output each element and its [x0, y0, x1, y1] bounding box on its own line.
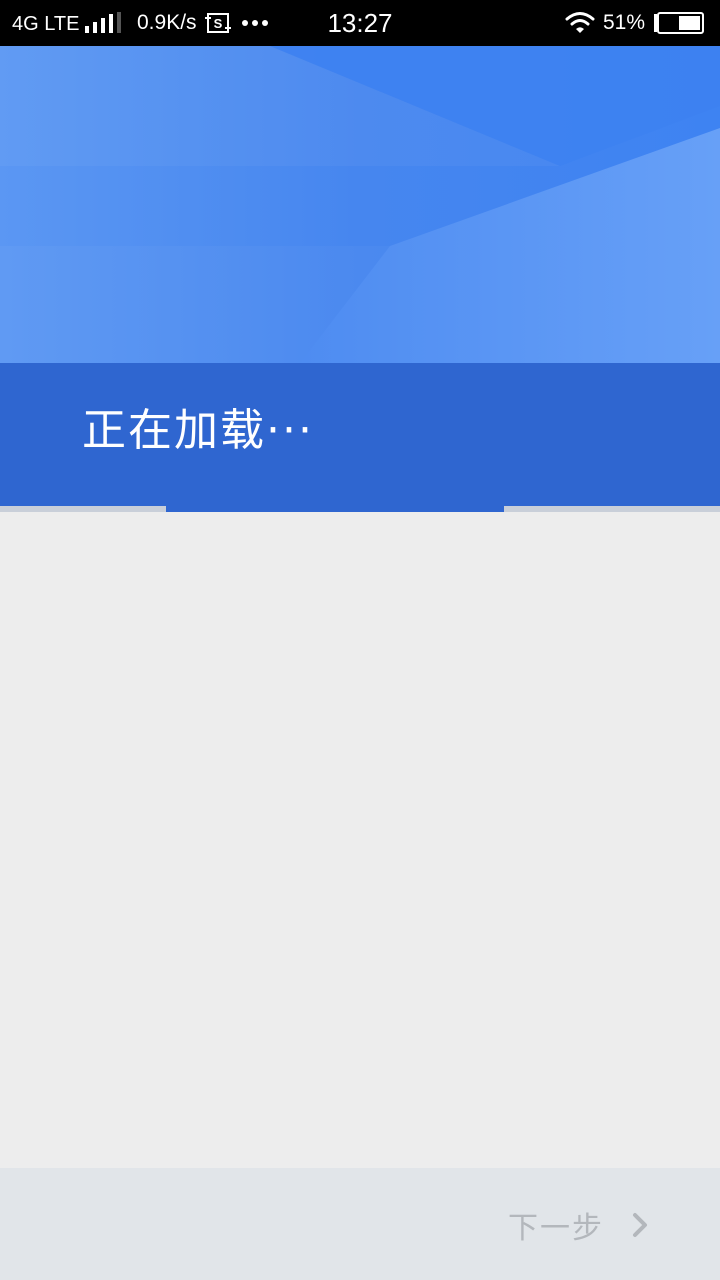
status-bar: 4G LTE 0.9K/s S 13:27 51% [0, 0, 720, 46]
chevron-right-icon [633, 1213, 647, 1237]
next-step-label: 下一步 [508, 1211, 604, 1246]
battery-percent: 51% [603, 11, 646, 34]
wifi-icon [565, 12, 595, 33]
loading-title: 正在加载··· [82, 405, 314, 456]
next-step-button[interactable]: 下一步 [508, 1196, 650, 1254]
battery-icon [654, 12, 704, 34]
header-banner [0, 46, 720, 363]
content-area [0, 512, 720, 1168]
header-background-graphic [0, 46, 720, 363]
screen: 4G LTE 0.9K/s S 13:27 51% 正在加载··· 下一步 [0, 0, 720, 1280]
